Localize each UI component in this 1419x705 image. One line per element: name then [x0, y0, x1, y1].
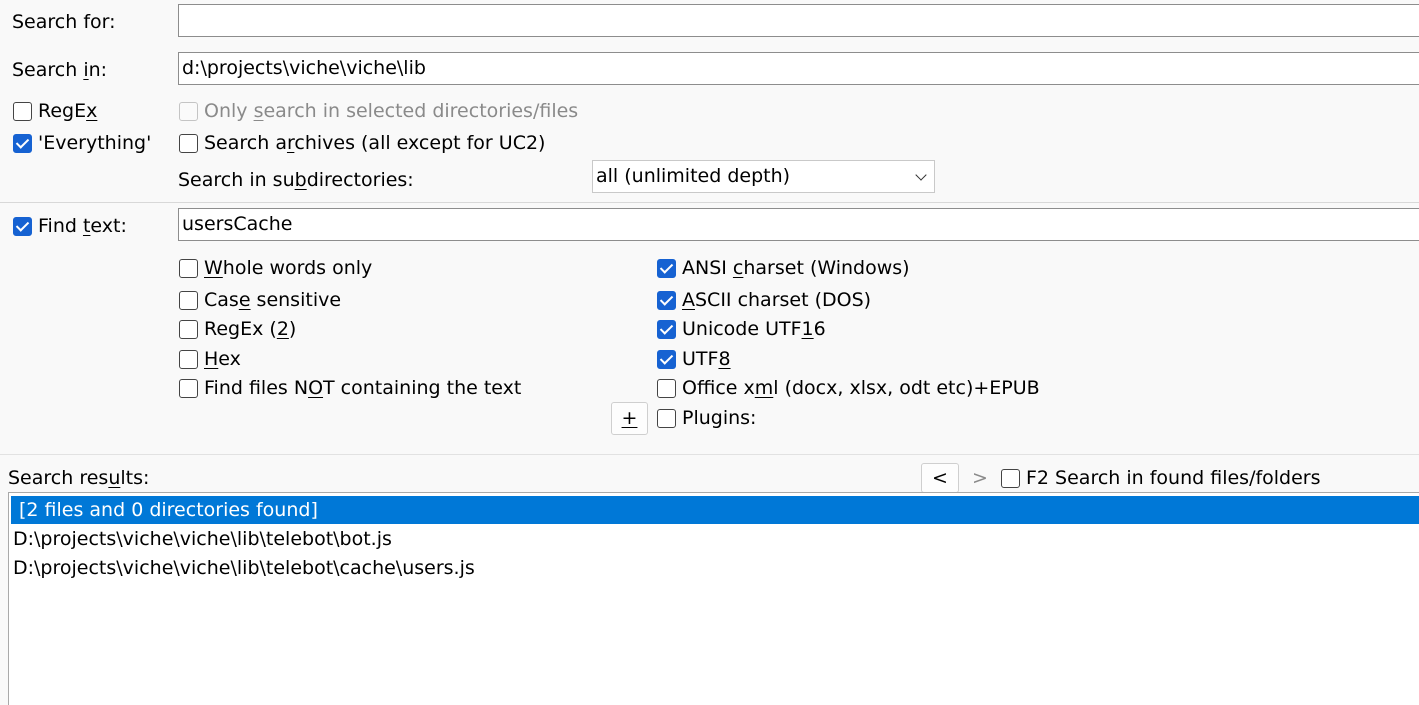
prev-result-button[interactable]: < [921, 463, 959, 493]
plugins-plus-button[interactable]: + [611, 402, 648, 435]
list-item[interactable]: D:\projects\viche\viche\lib\telebot\cach… [11, 554, 1419, 582]
regex-checkbox[interactable] [13, 102, 32, 121]
utf8-label: UTF8 [682, 348, 731, 370]
not-containing-label: Find files NOT containing the text [204, 377, 522, 399]
divider [0, 202, 1419, 203]
ascii-label: ASCII charset (DOS) [682, 289, 872, 311]
not-containing-checkbox[interactable] [179, 379, 198, 398]
search-results-list[interactable]: [2 files and 0 directories found] D:\pro… [8, 492, 1419, 705]
search-archives-checkbox[interactable] [179, 134, 198, 153]
hex-checkbox[interactable] [179, 350, 198, 369]
find-text-input[interactable]: usersCache [178, 208, 1419, 241]
find-text-checkbox[interactable] [13, 217, 32, 236]
search-for-label: Search for: [12, 11, 116, 33]
find-text-label: Find text: [38, 215, 127, 237]
office-xml-checkbox[interactable] [657, 379, 676, 398]
search-in-label: Search in: [12, 59, 108, 81]
office-xml-label: Office xml (docx, xlsx, odt etc)+EPUB [682, 377, 1040, 399]
f2-search-found-label: F2 Search in found files/folders [1026, 467, 1321, 489]
hex-label: Hex [204, 348, 241, 370]
plugins-checkbox[interactable] [657, 409, 676, 428]
regex2-label: RegEx (2) [204, 318, 297, 340]
search-in-input[interactable]: d:\projects\viche\viche\lib [178, 52, 1419, 85]
utf16-checkbox[interactable] [657, 320, 676, 339]
divider [0, 454, 1419, 455]
search-for-input[interactable] [178, 4, 1419, 37]
search-archives-label: Search archives (all except for UC2) [204, 132, 546, 154]
list-item[interactable]: D:\projects\viche\viche\lib\telebot\bot.… [11, 525, 1419, 553]
everything-checkbox[interactable] [13, 134, 32, 153]
only-selected-checkbox[interactable] [179, 102, 198, 121]
search-results-label: Search results: [8, 467, 150, 489]
chevron-down-icon [915, 169, 927, 181]
subdirectories-value: all (unlimited depth) [596, 165, 791, 187]
whole-words-label: Whole words only [204, 257, 373, 279]
case-sensitive-checkbox[interactable] [179, 291, 198, 310]
ansi-label: ANSI charset (Windows) [682, 257, 910, 279]
regex2-checkbox[interactable] [179, 320, 198, 339]
subdirectories-label: Search in subdirectories: [178, 169, 414, 191]
case-sensitive-label: Case sensitive [204, 289, 342, 311]
utf8-checkbox[interactable] [657, 350, 676, 369]
whole-words-checkbox[interactable] [179, 259, 198, 278]
utf16-label: Unicode UTF16 [682, 318, 826, 340]
next-result-button[interactable]: > [972, 466, 988, 490]
plugins-label: Plugins: [682, 407, 757, 429]
ansi-checkbox[interactable] [657, 259, 676, 278]
f2-search-found-checkbox[interactable] [1001, 469, 1020, 488]
list-item[interactable]: [2 files and 0 directories found] [11, 496, 1419, 524]
ascii-checkbox[interactable] [657, 291, 676, 310]
everything-label: 'Everything' [38, 132, 152, 154]
regex-label: RegEx [38, 100, 98, 122]
subdirectories-select[interactable]: all (unlimited depth) [592, 160, 935, 193]
only-selected-label: Only search in selected directories/file… [204, 100, 579, 122]
